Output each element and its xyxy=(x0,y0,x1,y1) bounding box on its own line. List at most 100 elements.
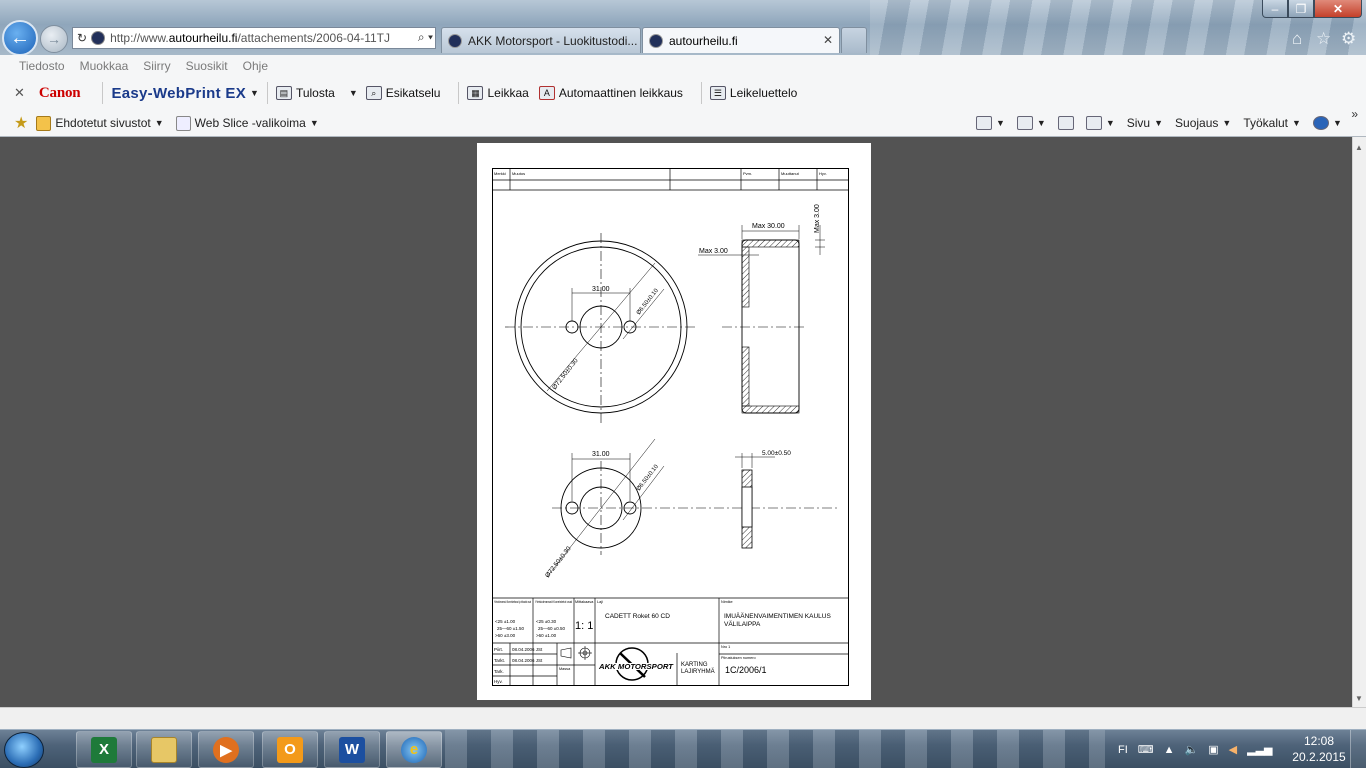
divider xyxy=(458,82,460,104)
clock[interactable]: 12:08 20.2.2015 xyxy=(1292,733,1346,765)
chevron-down-icon[interactable]: ▼ xyxy=(349,88,358,98)
dimension-72-5-bottom: Ø72.50±0.30 xyxy=(544,545,573,579)
maximize-button[interactable]: ❐ xyxy=(1288,0,1314,18)
refresh-icon[interactable]: ↻ xyxy=(77,31,87,45)
divider xyxy=(266,82,268,104)
taskbar-internet-explorer[interactable]: e xyxy=(386,731,442,768)
start-button[interactable] xyxy=(4,732,44,768)
list-icon: ☰ xyxy=(709,86,726,100)
minimize-button[interactable]: – xyxy=(1262,0,1288,18)
clock-time: 12:08 xyxy=(1303,734,1335,748)
browser-toolbars: Tiedosto Muokkaa Siirry Suosikit Ohje ✕ … xyxy=(0,55,1366,137)
tab-favicon-icon xyxy=(649,33,663,48)
page-menu[interactable]: Sivu ▼ xyxy=(1127,116,1163,130)
clip-list-label: Leikeluettelo xyxy=(729,86,798,100)
preview-button[interactable]: ⌕ Esikatselu xyxy=(365,86,440,100)
printer-icon: ▤ xyxy=(275,86,292,100)
network-device-icon[interactable]: ▣ xyxy=(1208,743,1218,756)
forward-arrow-icon: → xyxy=(47,31,61,47)
auto-clip-label: Automaattinen leikkaus xyxy=(558,86,683,100)
language-indicator[interactable]: FI xyxy=(1118,744,1128,756)
internet-explorer-icon: e xyxy=(401,736,427,763)
print-menu-button[interactable]: ▼ xyxy=(1085,116,1115,130)
home-icon[interactable]: ⌂ xyxy=(1292,29,1302,49)
chevron-down-icon[interactable]: ▼ xyxy=(250,88,259,98)
scroll-down-icon[interactable]: ▼ xyxy=(1355,694,1363,703)
command-bar: ▼ ▼ ▼ Sivu ▼ Suojaus ▼ Työkalut ▼ ▼ xyxy=(976,111,1354,135)
menu-edit[interactable]: Muokkaa xyxy=(80,59,129,73)
chevron-down-icon: ▼ xyxy=(1036,118,1046,128)
tab-autourheilu[interactable]: autourheilu.fi ✕ xyxy=(642,27,840,53)
more-chevron-icon[interactable]: » xyxy=(1351,107,1358,121)
tools-gear-icon[interactable]: ⚙ xyxy=(1341,29,1356,49)
system-tray: FI ⌨ ▲ 🔈 ▣ ◀ ▂▃▅ xyxy=(1118,730,1283,768)
menu-go[interactable]: Siirry xyxy=(143,59,170,73)
search-dropdown-icon[interactable]: ⌕ ▾ xyxy=(418,30,433,45)
tab-akk-motorsport[interactable]: AKK Motorsport - Luokitustodi... xyxy=(441,27,641,53)
tolerance-1: <25 ±1.00 xyxy=(495,619,516,624)
print-button[interactable]: ▤ Tulosta xyxy=(275,86,335,100)
url-path: /attachements/2006-04-11TJ xyxy=(237,31,390,45)
taskbar-explorer[interactable] xyxy=(136,731,192,768)
dimension-max-3-top: Max 3.00 xyxy=(814,204,821,233)
scroll-up-icon[interactable]: ▲ xyxy=(1355,143,1363,152)
akk-motorsport-logo: AKK MOTORSPORT xyxy=(598,647,674,681)
page-menu-label: Sivu xyxy=(1126,116,1151,130)
close-tab-icon[interactable]: ✕ xyxy=(823,33,833,47)
suggested-sites-button[interactable]: Ehdotetut sivustot ▼ xyxy=(36,115,164,131)
address-bar[interactable]: ↻ http://www. autourheilu.fi/attachements… xyxy=(72,27,436,49)
new-tab-button[interactable] xyxy=(841,27,867,53)
menu-favorites[interactable]: Suosikit xyxy=(186,59,228,73)
web-slice-icon xyxy=(175,115,191,131)
taskbar-outlook[interactable]: O xyxy=(262,731,318,768)
clip-button[interactable]: ▦ Leikkaa xyxy=(467,86,529,100)
vertical-scrollbar[interactable]: ▲ ▼ xyxy=(1352,137,1366,707)
safety-menu[interactable]: Suojaus ▼ xyxy=(1175,116,1231,130)
dimension-31-top: 31.00 xyxy=(592,286,610,293)
back-button[interactable]: ← xyxy=(2,20,38,56)
home-icon xyxy=(976,116,992,130)
media-player-icon: ▶ xyxy=(213,736,239,763)
easy-webprint-menu[interactable]: Easy-WebPrint EX xyxy=(111,85,246,102)
safety-menu-label: Suojaus xyxy=(1175,116,1219,130)
divider xyxy=(102,82,104,104)
forward-button[interactable]: → xyxy=(40,25,68,53)
item-header: Laji xyxy=(597,600,603,604)
word-icon: W xyxy=(339,736,365,763)
auto-clip-button[interactable]: A Automaattinen leikkaus xyxy=(538,86,683,100)
taskbar-media-player[interactable]: ▶ xyxy=(198,731,254,768)
url-host: autourheilu.fi xyxy=(168,31,238,45)
dimension-31-bottom: 31.00 xyxy=(592,451,610,458)
drawn-value: 08.04.2006 JSt xyxy=(512,647,543,652)
technical-drawing: Merkki Muutos Pvm. Muuttanut Hyv. 31.00 … xyxy=(492,168,849,686)
favorites-add-star-icon[interactable]: ★ xyxy=(14,113,28,133)
favorites-star-icon[interactable]: ☆ xyxy=(1316,29,1331,49)
taskbar-excel[interactable]: X xyxy=(76,731,132,768)
tools-menu[interactable]: Työkalut ▼ xyxy=(1243,116,1301,130)
clip-label: Leikkaa xyxy=(487,86,529,100)
keyboard-icon[interactable]: ⌨ xyxy=(1138,743,1154,756)
menu-help[interactable]: Ohje xyxy=(243,59,268,73)
close-toolbar-icon[interactable]: ✕ xyxy=(14,85,25,101)
signal-icon[interactable]: ▂▃▅ xyxy=(1247,743,1272,756)
home-button[interactable]: ▼ xyxy=(976,116,1005,130)
drawing-page: Merkki Muutos Pvm. Muuttanut Hyv. 31.00 … xyxy=(477,143,871,700)
dimension-max-30: Max 30.00 xyxy=(752,223,785,230)
show-desktop-button[interactable] xyxy=(1350,730,1366,768)
volume-icon[interactable]: 🔈 xyxy=(1185,743,1199,756)
bottom-front-view xyxy=(546,438,837,578)
show-hidden-icons-icon[interactable]: ▲ xyxy=(1164,744,1175,756)
clip-list-button[interactable]: ☰ Leikeluettelo xyxy=(709,86,798,100)
close-window-button[interactable]: ✕ xyxy=(1314,0,1362,18)
chevron-down-icon: ▼ xyxy=(1332,118,1342,128)
canon-toolbar: ✕ Canon Easy-WebPrint EX ▼ ▤ Tulosta ▼ ⌕ E… xyxy=(0,79,1366,107)
feeds-button[interactable]: ▼ xyxy=(1016,116,1046,130)
help-button[interactable]: ▼ xyxy=(1312,116,1342,130)
mail-button[interactable] xyxy=(1057,116,1074,130)
menu-file[interactable]: Tiedosto xyxy=(19,59,65,73)
speaker-muted-icon[interactable]: ◀ xyxy=(1229,743,1237,756)
header-field: Merkki xyxy=(494,171,506,176)
site-favicon-icon xyxy=(91,31,106,45)
web-slice-button[interactable]: Web Slice -valikoima ▼ xyxy=(175,115,319,131)
taskbar-word[interactable]: W xyxy=(324,731,380,768)
